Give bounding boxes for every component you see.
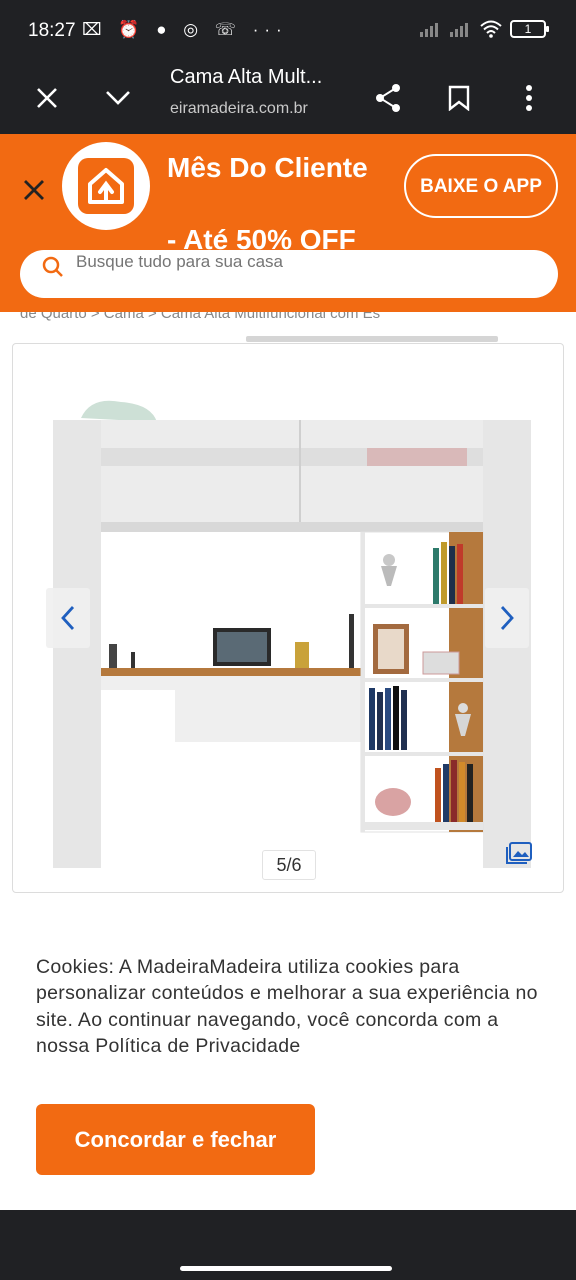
page-url: eiramadeira.com.br: [170, 100, 308, 117]
search-input[interactable]: [76, 250, 536, 274]
gallery-scroll-indicator: [246, 336, 498, 342]
house-logo-icon: [78, 158, 134, 214]
share-button[interactable]: [366, 76, 410, 120]
gallery-next-button[interactable]: [485, 588, 529, 648]
gallery-fullscreen-button[interactable]: [503, 838, 535, 868]
notification-icons: ⌧ ⏰ ● ◎ ☏ ···: [82, 20, 288, 39]
share-icon: [376, 84, 400, 112]
wifi-icon: [480, 20, 502, 38]
breadcrumb[interactable]: de Quarto > Cama > Cama Alta Multifuncio…: [0, 312, 576, 328]
close-icon: [24, 180, 44, 200]
product-gallery: 5/6: [12, 343, 564, 893]
system-icons: 1: [420, 20, 549, 38]
download-app-button[interactable]: BAIXE O APP: [404, 154, 558, 218]
gallery-prev-button[interactable]: [46, 588, 90, 648]
app-logo: [62, 142, 150, 230]
signal-icon: [420, 23, 438, 37]
bookmark-button[interactable]: [437, 76, 481, 120]
minimize-button[interactable]: [96, 76, 140, 120]
cookie-notice-text: Cookies: A MadeiraMadeira utiliza cookie…: [36, 956, 538, 1058]
promo-title: Mês Do Cliente: [167, 152, 368, 183]
close-tab-button[interactable]: [25, 76, 69, 120]
chevron-down-icon: [106, 91, 130, 105]
product-image[interactable]: [51, 388, 531, 868]
page-title: Cama Alta Mult...: [170, 66, 323, 88]
search-bar[interactable]: [20, 250, 558, 298]
site-header: [0, 250, 576, 312]
close-icon: [37, 88, 57, 108]
search-icon: [42, 256, 63, 277]
accept-cookies-button[interactable]: Concordar e fechar: [36, 1104, 315, 1175]
image-gallery-icon: [506, 842, 532, 864]
status-bar: 18:27 ⌧ ⏰ ● ◎ ☏ ··· 1: [0, 0, 576, 62]
battery-icon: 1: [510, 20, 549, 38]
browser-toolbar: Cama Alta Mult... eiramadeira.com.br: [0, 62, 576, 134]
chevron-left-icon: [61, 606, 75, 630]
status-time: 18:27: [28, 20, 76, 41]
system-navigation-bar: [0, 1210, 576, 1280]
more-options-button[interactable]: [507, 76, 551, 120]
signal-icon: [450, 23, 468, 37]
gallery-counter: 5/6: [262, 850, 316, 880]
chevron-right-icon: [500, 606, 514, 630]
more-vertical-icon: [526, 85, 532, 111]
home-gesture-handle[interactable]: [180, 1266, 392, 1271]
promo-close-button[interactable]: [14, 170, 54, 210]
bookmark-icon: [448, 85, 470, 111]
